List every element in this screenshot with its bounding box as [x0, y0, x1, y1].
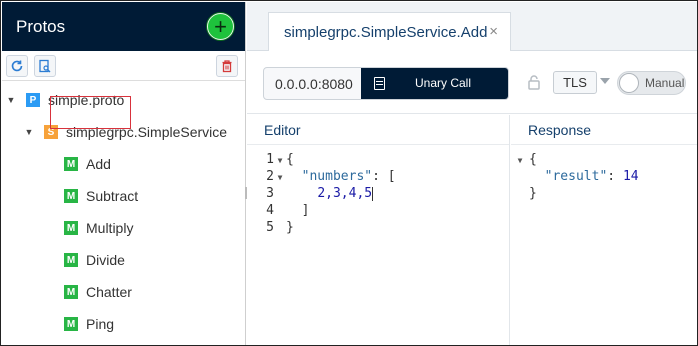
code-line: 4 ] — [247, 202, 396, 219]
protos-sidebar: Protos + ▼ P simple.proto ▼ S simplegrpc… — [2, 2, 246, 345]
code-line: 1 ▼{ — [247, 151, 396, 168]
response-pane: Response ▼{ "result": 14 } — [511, 115, 697, 345]
close-icon[interactable]: × — [489, 23, 498, 40]
tree-item-method-subtract[interactable]: M Subtract — [64, 184, 138, 208]
server-address-input[interactable] — [264, 68, 361, 99]
toggle-label: Manual — [645, 76, 685, 90]
text-cursor — [372, 186, 374, 201]
code-line: 2 ▼ "numbers": [ — [247, 168, 396, 186]
code-line: "result": 14 — [511, 168, 639, 185]
line-number: 3 — [266, 186, 274, 201]
tree-item-method-add[interactable]: M Add — [64, 152, 111, 176]
call-button-label: Unary Call — [415, 76, 472, 90]
tree-item-label: Divide — [86, 252, 125, 268]
code-text: ] — [301, 203, 310, 218]
expand-caret-icon[interactable]: ▼ — [6, 95, 16, 105]
response-title: Response — [511, 115, 697, 145]
expand-caret-icon[interactable]: ▼ — [24, 127, 34, 137]
request-response-panes: Editor 1 ▼{ 2 ▼ "numbers": [ 3 2,3,4,5 4 ]… — [247, 115, 697, 345]
code-text: } — [529, 186, 537, 201]
tree-item-label: Multiply — [86, 220, 134, 236]
sidebar-title: Protos — [16, 16, 66, 36]
tls-button[interactable]: TLS — [553, 71, 597, 94]
search-proto-button[interactable] — [34, 55, 56, 77]
code-text: : — [607, 169, 623, 184]
trash-icon — [222, 60, 232, 73]
tree-item-method-chatter[interactable]: M Chatter — [64, 280, 132, 304]
method-badge-icon: M — [64, 189, 78, 203]
method-badge-icon: M — [64, 157, 78, 171]
line-number: 2 — [266, 169, 274, 184]
code-line: 5} — [247, 219, 396, 236]
line-number: 5 — [266, 220, 274, 235]
tab-simple-service-add[interactable]: simplegrpc.SimpleService.Add × — [268, 12, 511, 51]
proto-badge-icon: P — [26, 93, 40, 107]
response-code: ▼{ "result": 14 } — [511, 151, 639, 202]
tree-item-label: Chatter — [86, 284, 132, 300]
tab-label: simplegrpc.SimpleService.Add — [284, 23, 488, 41]
chevron-down-icon[interactable] — [600, 78, 610, 84]
tree-item-label: Subtract — [86, 188, 139, 204]
search-file-icon — [39, 59, 51, 73]
selected-method-highlight — [50, 96, 131, 129]
fold-caret-icon[interactable]: ▼ — [511, 152, 529, 169]
code-text: : [ — [372, 169, 396, 184]
method-badge-icon: M — [64, 317, 78, 331]
document-icon — [374, 77, 385, 90]
editor-code[interactable]: 1 ▼{ 2 ▼ "numbers": [ 3 2,3,4,5 4 ] 5} — [247, 151, 396, 236]
delete-button[interactable] — [216, 55, 238, 77]
line-number: 1 — [266, 152, 274, 167]
line-number: 4 — [266, 203, 274, 218]
main-panel: simplegrpc.SimpleService.Add × Unary Cal… — [247, 2, 697, 345]
code-line: } — [511, 185, 639, 202]
code-text: { — [529, 152, 537, 167]
address-bar: Unary Call — [263, 67, 509, 100]
sidebar-toolbar — [2, 51, 245, 81]
toggle-knob — [619, 73, 639, 93]
manual-toggle[interactable]: Manual — [617, 71, 686, 95]
lock-icon[interactable] — [527, 74, 541, 90]
editor-title: Editor — [247, 115, 509, 145]
code-line: 3 2,3,4,5 — [247, 185, 396, 202]
app-window: Protos + ▼ P simple.proto ▼ S simplegrpc… — [0, 0, 698, 346]
add-proto-button[interactable]: + — [207, 13, 234, 40]
request-toolbar: Unary Call TLS Manual — [247, 52, 697, 114]
tree-item-label: Add — [86, 156, 111, 172]
fold-caret-icon[interactable]: ▼ — [274, 169, 286, 186]
unary-call-button[interactable]: Unary Call — [361, 68, 508, 99]
result-value: 14 — [622, 169, 639, 184]
sidebar-header: Protos + — [2, 2, 245, 51]
editor-pane[interactable]: Editor 1 ▼{ 2 ▼ "numbers": [ 3 2,3,4,5 4 ]… — [247, 115, 510, 345]
tree-item-method-divide[interactable]: M Divide — [64, 248, 125, 272]
method-badge-icon: M — [64, 253, 78, 267]
json-key: "numbers" — [301, 169, 373, 184]
tree-item-label: Ping — [86, 316, 115, 332]
code-text: } — [286, 220, 294, 235]
fold-caret-icon[interactable]: ▼ — [274, 152, 286, 169]
code-text: { — [286, 152, 294, 167]
json-key: "result" — [544, 169, 608, 184]
refresh-button[interactable] — [6, 55, 28, 77]
tree-item-method-ping[interactable]: M Ping — [64, 312, 114, 336]
code-line: ▼{ — [511, 151, 639, 168]
refresh-icon — [11, 60, 23, 72]
tab-bar: simplegrpc.SimpleService.Add × — [247, 2, 697, 51]
method-badge-icon: M — [64, 285, 78, 299]
json-values: 2,3,4,5 — [317, 186, 373, 201]
method-badge-icon: M — [64, 221, 78, 235]
tree-item-method-multiply[interactable]: M Multiply — [64, 216, 133, 240]
